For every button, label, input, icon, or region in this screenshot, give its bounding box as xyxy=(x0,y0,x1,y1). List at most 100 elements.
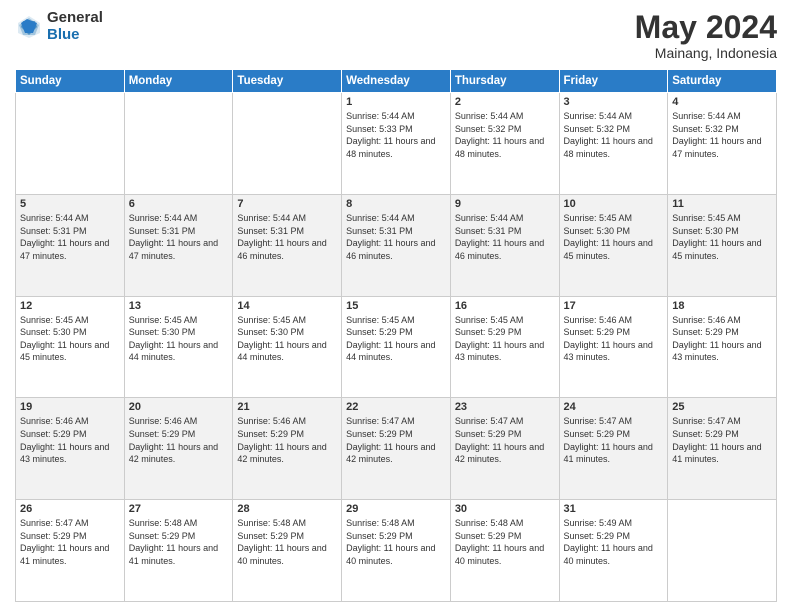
calendar-cell: 15 Sunrise: 5:45 AMSunset: 5:29 PMDayligh… xyxy=(342,296,451,398)
day-number: 1 xyxy=(346,96,446,108)
header: General Blue May 2024 Mainang, Indonesia xyxy=(15,10,777,61)
weekday-header-tuesday: Tuesday xyxy=(233,70,342,93)
location: Mainang, Indonesia xyxy=(635,45,777,61)
calendar-cell: 2 Sunrise: 5:44 AMSunset: 5:32 PMDaylight… xyxy=(450,93,559,195)
calendar-cell: 25 Sunrise: 5:47 AMSunset: 5:29 PMDayligh… xyxy=(668,398,777,500)
day-info: Sunrise: 5:45 AMSunset: 5:30 PMDaylight:… xyxy=(672,212,772,262)
day-number: 23 xyxy=(455,401,555,413)
day-info: Sunrise: 5:44 AMSunset: 5:32 PMDaylight:… xyxy=(672,110,772,160)
day-number: 7 xyxy=(237,198,337,210)
day-number: 2 xyxy=(455,96,555,108)
day-number: 22 xyxy=(346,401,446,413)
day-info: Sunrise: 5:47 AMSunset: 5:29 PMDaylight:… xyxy=(346,415,446,465)
day-number: 11 xyxy=(672,198,772,210)
calendar-cell: 14 Sunrise: 5:45 AMSunset: 5:30 PMDayligh… xyxy=(233,296,342,398)
day-info: Sunrise: 5:46 AMSunset: 5:29 PMDaylight:… xyxy=(237,415,337,465)
logo-icon xyxy=(15,13,43,41)
day-info: Sunrise: 5:48 AMSunset: 5:29 PMDaylight:… xyxy=(237,517,337,567)
weekday-header-wednesday: Wednesday xyxy=(342,70,451,93)
day-number: 25 xyxy=(672,401,772,413)
day-number: 19 xyxy=(20,401,120,413)
calendar-cell: 20 Sunrise: 5:46 AMSunset: 5:29 PMDayligh… xyxy=(124,398,233,500)
day-info: Sunrise: 5:44 AMSunset: 5:31 PMDaylight:… xyxy=(237,212,337,262)
day-info: Sunrise: 5:44 AMSunset: 5:33 PMDaylight:… xyxy=(346,110,446,160)
calendar-cell: 11 Sunrise: 5:45 AMSunset: 5:30 PMDayligh… xyxy=(668,194,777,296)
calendar-table: SundayMondayTuesdayWednesdayThursdayFrid… xyxy=(15,69,777,602)
calendar-week-2: 5 Sunrise: 5:44 AMSunset: 5:31 PMDaylight… xyxy=(16,194,777,296)
day-number: 20 xyxy=(129,401,229,413)
calendar-cell: 18Sunrise: 5:46 AMSunset: 5:29 PMDayligh… xyxy=(668,296,777,398)
calendar-week-5: 26 Sunrise: 5:47 AMSunset: 5:29 PMDayligh… xyxy=(16,500,777,602)
calendar-cell: 3Sunrise: 5:44 AMSunset: 5:32 PMDaylight… xyxy=(559,93,668,195)
day-number: 10 xyxy=(564,198,664,210)
day-number: 21 xyxy=(237,401,337,413)
day-info: Sunrise: 5:48 AMSunset: 5:29 PMDaylight:… xyxy=(346,517,446,567)
day-number: 14 xyxy=(237,300,337,312)
day-number: 28 xyxy=(237,503,337,515)
day-info: Sunrise: 5:45 AMSunset: 5:30 PMDaylight:… xyxy=(129,314,229,364)
calendar-cell: 28 Sunrise: 5:48 AMSunset: 5:29 PMDayligh… xyxy=(233,500,342,602)
calendar-cell: 21 Sunrise: 5:46 AMSunset: 5:29 PMDayligh… xyxy=(233,398,342,500)
calendar-cell: 10 Sunrise: 5:45 AMSunset: 5:30 PMDayligh… xyxy=(559,194,668,296)
title-block: May 2024 Mainang, Indonesia xyxy=(635,10,777,61)
calendar-cell: 5 Sunrise: 5:44 AMSunset: 5:31 PMDaylight… xyxy=(16,194,125,296)
calendar-cell: 26 Sunrise: 5:47 AMSunset: 5:29 PMDayligh… xyxy=(16,500,125,602)
logo-general: General xyxy=(47,10,103,27)
day-number: 16 xyxy=(455,300,555,312)
page: General Blue May 2024 Mainang, Indonesia… xyxy=(0,0,792,612)
day-info: Sunrise: 5:46 AMSunset: 5:29 PMDaylight:… xyxy=(129,415,229,465)
calendar-cell: 31 Sunrise: 5:49 AMSunset: 5:29 PMDayligh… xyxy=(559,500,668,602)
day-info: Sunrise: 5:44 AMSunset: 5:31 PMDaylight:… xyxy=(346,212,446,262)
calendar-cell: 4 Sunrise: 5:44 AMSunset: 5:32 PMDaylight… xyxy=(668,93,777,195)
day-info: Sunrise: 5:48 AMSunset: 5:29 PMDaylight:… xyxy=(455,517,555,567)
day-info: Sunrise: 5:44 AMSunset: 5:32 PMDaylight:… xyxy=(455,110,555,160)
calendar-cell: 16Sunrise: 5:45 AMSunset: 5:29 PMDayligh… xyxy=(450,296,559,398)
day-info: Sunrise: 5:44 AMSunset: 5:31 PMDaylight:… xyxy=(129,212,229,262)
day-number: 4 xyxy=(672,96,772,108)
calendar-cell: 17Sunrise: 5:46 AMSunset: 5:29 PMDayligh… xyxy=(559,296,668,398)
day-number: 31 xyxy=(564,503,664,515)
month-title: May 2024 xyxy=(635,10,777,45)
calendar-cell xyxy=(668,500,777,602)
logo: General Blue xyxy=(15,10,103,43)
weekday-header-thursday: Thursday xyxy=(450,70,559,93)
day-number: 12 xyxy=(20,300,120,312)
day-number: 17 xyxy=(564,300,664,312)
day-info: Sunrise: 5:47 AMSunset: 5:29 PMDaylight:… xyxy=(672,415,772,465)
weekday-header-monday: Monday xyxy=(124,70,233,93)
day-info: Sunrise: 5:47 AMSunset: 5:29 PMDaylight:… xyxy=(20,517,120,567)
day-number: 5 xyxy=(20,198,120,210)
calendar-cell: 19Sunrise: 5:46 AMSunset: 5:29 PMDayligh… xyxy=(16,398,125,500)
calendar-cell: 12Sunrise: 5:45 AMSunset: 5:30 PMDayligh… xyxy=(16,296,125,398)
logo-blue: Blue xyxy=(47,27,103,44)
calendar-cell: 29Sunrise: 5:48 AMSunset: 5:29 PMDayligh… xyxy=(342,500,451,602)
calendar-week-1: 1 Sunrise: 5:44 AMSunset: 5:33 PMDaylight… xyxy=(16,93,777,195)
day-info: Sunrise: 5:44 AMSunset: 5:32 PMDaylight:… xyxy=(564,110,664,160)
day-info: Sunrise: 5:45 AMSunset: 5:29 PMDaylight:… xyxy=(346,314,446,364)
day-info: Sunrise: 5:49 AMSunset: 5:29 PMDaylight:… xyxy=(564,517,664,567)
calendar-cell: 30 Sunrise: 5:48 AMSunset: 5:29 PMDayligh… xyxy=(450,500,559,602)
calendar-cell: 13 Sunrise: 5:45 AMSunset: 5:30 PMDayligh… xyxy=(124,296,233,398)
calendar-cell xyxy=(233,93,342,195)
day-info: Sunrise: 5:44 AMSunset: 5:31 PMDaylight:… xyxy=(20,212,120,262)
calendar-week-3: 12 Sunrise: 5:45 AMSunset: 5:30 PMDayligh… xyxy=(16,296,777,398)
calendar-cell: 23Sunrise: 5:47 AMSunset: 5:29 PMDayligh… xyxy=(450,398,559,500)
day-number: 30 xyxy=(455,503,555,515)
calendar-cell: 27 Sunrise: 5:48 AMSunset: 5:29 PMDayligh… xyxy=(124,500,233,602)
day-info: Sunrise: 5:45 AMSunset: 5:30 PMDaylight:… xyxy=(237,314,337,364)
day-number: 26 xyxy=(20,503,120,515)
calendar-cell: 7 Sunrise: 5:44 AMSunset: 5:31 PMDaylight… xyxy=(233,194,342,296)
day-number: 18 xyxy=(672,300,772,312)
day-number: 13 xyxy=(129,300,229,312)
day-number: 9 xyxy=(455,198,555,210)
weekday-header-friday: Friday xyxy=(559,70,668,93)
weekday-header-row: SundayMondayTuesdayWednesdayThursdayFrid… xyxy=(16,70,777,93)
day-info: Sunrise: 5:45 AMSunset: 5:30 PMDaylight:… xyxy=(564,212,664,262)
day-info: Sunrise: 5:48 AMSunset: 5:29 PMDaylight:… xyxy=(129,517,229,567)
day-number: 15 xyxy=(346,300,446,312)
day-number: 27 xyxy=(129,503,229,515)
calendar-cell: 24 Sunrise: 5:47 AMSunset: 5:29 PMDayligh… xyxy=(559,398,668,500)
day-number: 24 xyxy=(564,401,664,413)
calendar-cell: 8Sunrise: 5:44 AMSunset: 5:31 PMDaylight… xyxy=(342,194,451,296)
day-info: Sunrise: 5:47 AMSunset: 5:29 PMDaylight:… xyxy=(564,415,664,465)
